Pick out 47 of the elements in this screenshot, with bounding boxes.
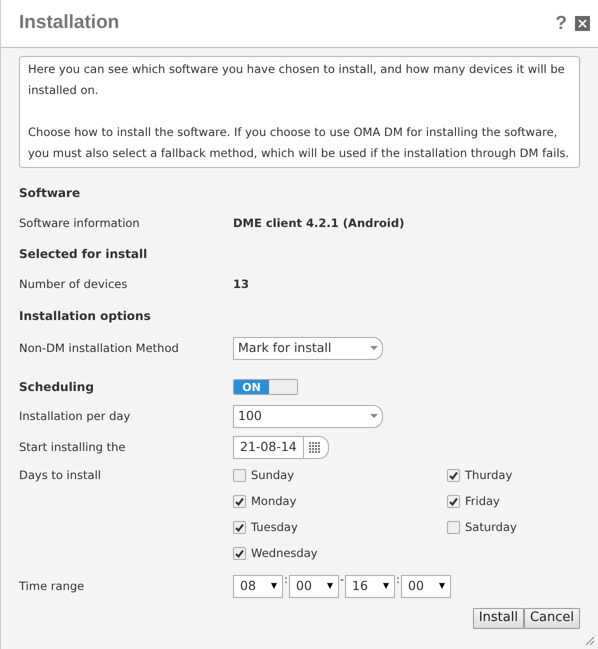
checkbox-label: Monday — [251, 492, 296, 510]
info-text: Here you can see which software you have chosen to install, and how many devices it will be installed on. — [28, 61, 566, 99]
field-label: Installation per day — [19, 408, 132, 424]
calendar-icon — [308, 442, 321, 454]
checkbox-label: Sunday — [251, 466, 294, 484]
cancel-button[interactable]: Cancel — [524, 608, 580, 628]
separator-text: - — [339, 574, 345, 584]
help-button[interactable]: ? — [555, 14, 567, 33]
checkbox[interactable] — [233, 469, 246, 482]
checkbox-label: Tuesday — [251, 518, 298, 536]
checkbox[interactable] — [447, 495, 460, 508]
dropdown[interactable]: Mark for install — [233, 336, 383, 360]
field-label: Non-DM installation Method — [19, 340, 180, 356]
checkbox-label: Thurday — [465, 466, 512, 484]
dialog-title: Installation — [19, 11, 120, 36]
dropdown[interactable]: 100 — [233, 404, 383, 428]
checkbox[interactable] — [447, 469, 460, 482]
field-label: Days to install — [19, 466, 102, 484]
field-value: 13 — [233, 276, 250, 294]
section-heading: Selected for install — [19, 246, 148, 264]
checkbox[interactable] — [233, 495, 246, 508]
field-label: Start installing the — [19, 438, 126, 456]
field-label: Software information — [19, 215, 141, 232]
date-field[interactable]: 21-08-14 — [233, 436, 329, 458]
resize-grip-icon — [585, 636, 595, 646]
field-label: Time range — [19, 578, 86, 594]
section-heading: Installation options — [19, 308, 152, 324]
checkbox-label: Saturday — [465, 518, 517, 536]
field-value: DME client 4.2.1 (Android) — [233, 215, 404, 232]
time-dropdown[interactable]: 00 — [401, 574, 451, 598]
separator-text: : — [283, 574, 289, 584]
info-text: Choose how to install the software. If you choose to use OMA DM for installing the software, you must also select a fallback method, which will be used if the installation through DM fails. — [28, 124, 570, 162]
section-heading: Software — [19, 185, 82, 202]
section-heading: Scheduling — [19, 378, 95, 396]
close-button[interactable]: × — [575, 16, 590, 31]
install-button[interactable]: Install — [472, 608, 524, 628]
checkbox[interactable] — [233, 547, 246, 560]
checkbox-label: Friday — [465, 492, 500, 510]
checkbox-label: Wednesday — [251, 544, 318, 562]
separator-text: : — [395, 574, 401, 584]
time-dropdown[interactable]: 08 — [233, 574, 283, 598]
field-label: Number of devices — [19, 276, 128, 294]
time-dropdown[interactable]: 16 — [345, 574, 395, 598]
toggle-switch[interactable]: ON — [233, 378, 298, 394]
checkbox[interactable] — [447, 521, 460, 534]
checkbox[interactable] — [233, 521, 246, 534]
time-dropdown[interactable]: 00 — [289, 574, 339, 598]
